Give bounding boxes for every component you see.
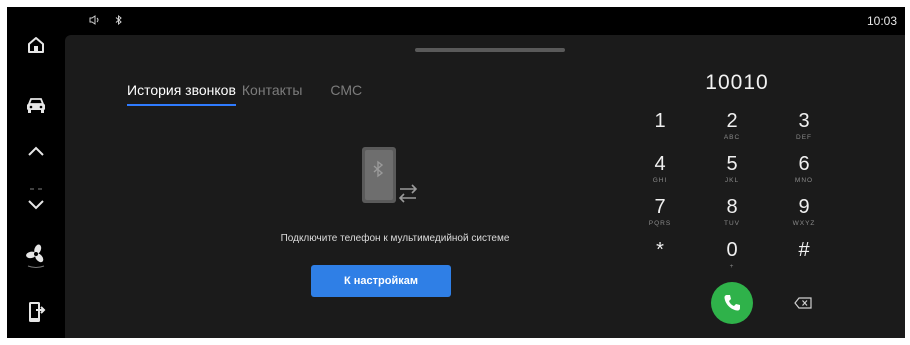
- head-unit-screen: 10:03 История звонков Контакты СМС Подкл…: [7, 7, 905, 338]
- volume-icon: [89, 15, 101, 25]
- dialpad-key-3[interactable]: 3 DEF: [776, 111, 832, 149]
- dialpad-key-0[interactable]: 0 +: [704, 240, 760, 278]
- dialpad-key-5[interactable]: 5 JKL: [704, 154, 760, 192]
- home-button[interactable]: [7, 31, 65, 59]
- phone-tabs: История звонков Контакты СМС: [127, 82, 362, 106]
- volume-up-button[interactable]: [7, 139, 65, 163]
- clock: 10:03: [866, 14, 897, 28]
- status-bar: 10:03: [65, 7, 905, 35]
- vehicle-button[interactable]: [7, 91, 65, 119]
- dialpad-key-4[interactable]: 4 GHI: [632, 154, 688, 192]
- phone-projection-button[interactable]: [7, 297, 65, 327]
- phone-bluetooth-icon: [360, 147, 420, 209]
- chevron-down-icon: [28, 200, 44, 210]
- tab-contacts[interactable]: Контакты: [242, 82, 302, 104]
- backspace-icon: [794, 297, 812, 309]
- dialpad-key-1[interactable]: 1: [632, 111, 688, 149]
- phone-panel: История звонков Контакты СМС Подключите …: [65, 35, 905, 338]
- home-icon: [28, 37, 44, 53]
- divider: [30, 177, 42, 190]
- volume-down-button[interactable]: [7, 193, 65, 217]
- climate-button[interactable]: [7, 241, 65, 271]
- dialpad-key-hash[interactable]: #: [776, 240, 832, 278]
- backspace-button[interactable]: [794, 297, 812, 309]
- call-button[interactable]: [711, 282, 753, 324]
- dialpad-key-8[interactable]: 8 TUV: [704, 197, 760, 235]
- drag-handle[interactable]: [415, 48, 565, 52]
- chevron-up-icon: [28, 146, 44, 156]
- tab-call-history[interactable]: История звонков: [127, 82, 236, 106]
- dialpad-key-2[interactable]: 2 ABC: [704, 111, 760, 149]
- bluetooth-icon: [115, 15, 123, 25]
- fan-icon: [26, 244, 45, 268]
- dialed-number: 10010: [705, 71, 769, 94]
- dialpad-key-6[interactable]: 6 MNO: [776, 154, 832, 192]
- go-to-settings-button[interactable]: К настройкам: [311, 265, 451, 297]
- dialpad-key-9[interactable]: 9 WXYZ: [776, 197, 832, 235]
- phone-exit-icon: [29, 302, 46, 322]
- dialpad-key-star[interactable]: *: [632, 240, 688, 278]
- car-icon: [27, 98, 45, 113]
- sidebar: [7, 7, 65, 338]
- tab-sms[interactable]: СМС: [330, 82, 362, 104]
- phone-icon: [724, 295, 740, 311]
- dialpad-key-7[interactable]: 7 PQRS: [632, 197, 688, 235]
- connect-phone-message: Подключите телефон к мультимедийной сист…: [280, 233, 510, 244]
